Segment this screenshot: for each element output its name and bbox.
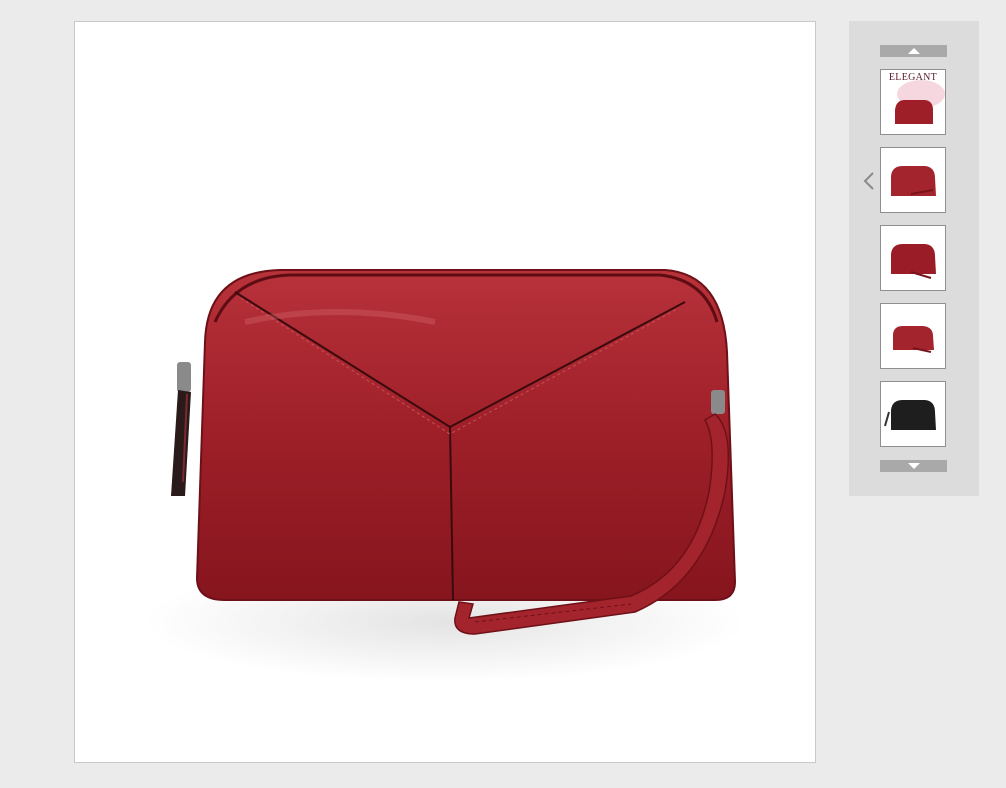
- triangle-down-icon: [908, 463, 920, 469]
- thumbnail-image: [891, 166, 936, 196]
- thumbnail-panel: ELEGANT: [849, 21, 979, 496]
- thumbnail-scroll-down-button[interactable]: [880, 460, 947, 472]
- clutch-bag-image: [145, 269, 745, 682]
- main-product-image[interactable]: [74, 21, 816, 763]
- thumbnail-image: [884, 400, 936, 430]
- thumbnail-2[interactable]: [880, 147, 946, 213]
- thumbnail-3[interactable]: [880, 225, 946, 291]
- thumbnail-1[interactable]: ELEGANT: [880, 69, 946, 135]
- thumbnail-caption: ELEGANT: [888, 72, 938, 83]
- chevron-left-icon[interactable]: [861, 171, 877, 191]
- thumbnail-4[interactable]: [880, 303, 946, 369]
- thumbnail-image: [891, 244, 936, 279]
- triangle-up-icon: [908, 48, 920, 54]
- thumbnail-scroll-up-button[interactable]: [880, 45, 947, 57]
- thumbnail-image: [893, 326, 934, 353]
- thumbnail-5[interactable]: [880, 381, 946, 447]
